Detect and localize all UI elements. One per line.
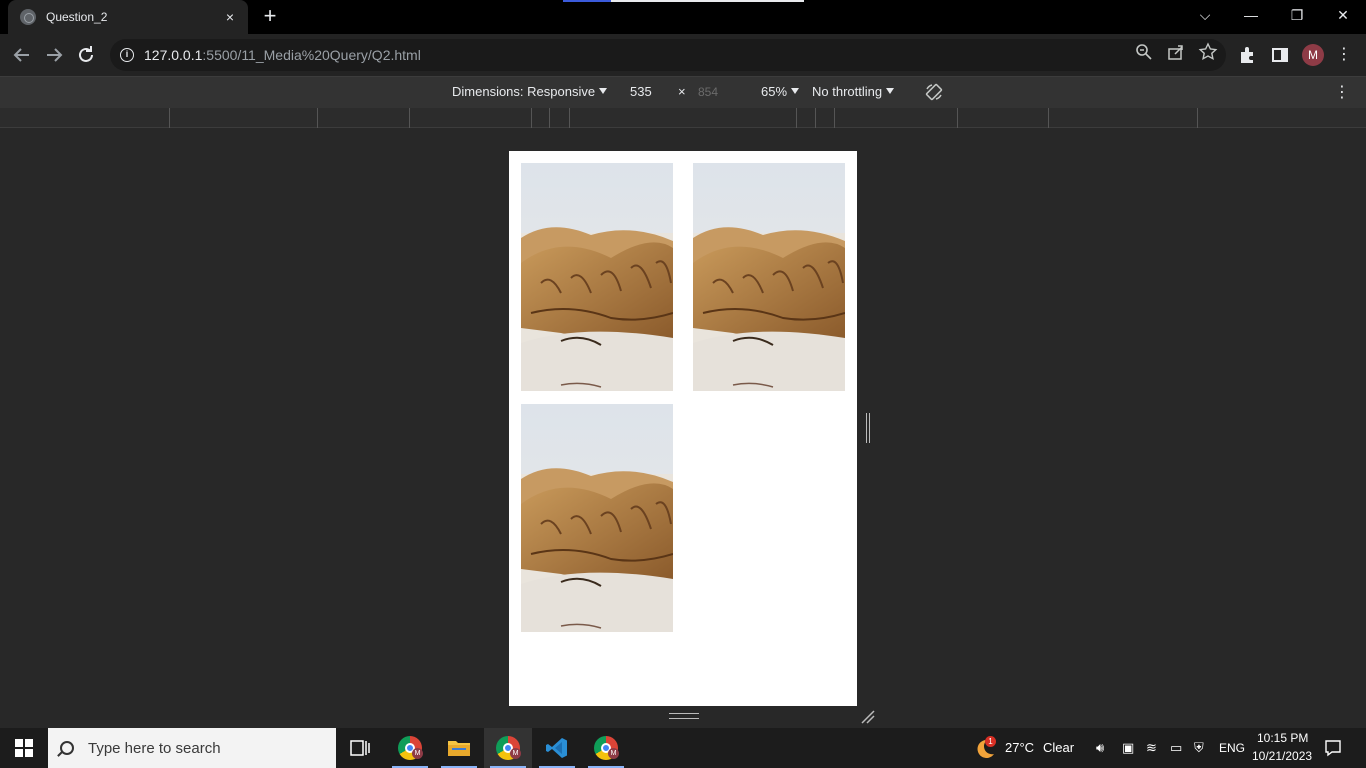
tab-strip: Question_2 × + ⌵ — ❐ ✕ — [0, 0, 1366, 34]
new-tab-button[interactable]: + — [258, 5, 282, 29]
caret-down-icon — [791, 88, 800, 94]
chrome-menu-icon[interactable]: ⋮ — [1332, 43, 1356, 67]
clock-date: 10/21/2023 — [1252, 749, 1313, 763]
rotate-icon[interactable] — [924, 82, 944, 102]
profile-badge: M — [412, 748, 423, 759]
dimensions-dropdown[interactable]: Dimensions: Responsive — [452, 84, 608, 99]
walrus-photo-graphic — [521, 404, 673, 632]
minimize-button[interactable]: — — [1228, 0, 1274, 30]
address-bar[interactable]: i 127.0.0.1:5500/11_Media%20Query/Q2.htm… — [110, 39, 1226, 71]
globe-icon — [20, 9, 36, 25]
taskbar-file-explorer[interactable] — [435, 728, 483, 768]
taskbar-vscode[interactable] — [533, 728, 581, 768]
media-query-tick[interactable] — [834, 108, 835, 128]
media-query-tick[interactable] — [957, 108, 958, 128]
vscode-icon — [546, 738, 567, 758]
reload-icon — [79, 46, 93, 62]
clock-time: 10:15 PM — [1257, 731, 1309, 745]
extensions-puzzle-icon[interactable] — [1236, 43, 1260, 67]
weather-condition: Clear — [1043, 740, 1075, 755]
caret-down-icon — [599, 88, 608, 94]
folder-icon — [448, 741, 470, 756]
restore-button[interactable]: ❐ — [1274, 0, 1320, 30]
arrow-right-icon — [47, 48, 63, 62]
profile-badge: M — [608, 748, 619, 759]
windows-taskbar: Type here to search M M M 1 27°C Clear 🔊… — [0, 728, 1366, 768]
share-icon[interactable] — [1166, 42, 1186, 62]
bookmark-star-icon[interactable] — [1198, 42, 1218, 62]
tab-search-button[interactable]: ⌵ — [1182, 0, 1228, 30]
viewport-resize-handle-right[interactable] — [866, 413, 870, 443]
security-shield-icon[interactable]: ⛨ — [1194, 740, 1204, 756]
caret-down-icon — [886, 88, 895, 94]
input-language[interactable]: ENG — [1219, 741, 1245, 755]
search-icon — [60, 741, 74, 755]
start-button[interactable] — [0, 728, 48, 768]
dimension-separator: × — [678, 84, 686, 99]
taskbar-chrome-2[interactable]: M — [484, 728, 532, 768]
close-window-button[interactable]: ✕ — [1320, 0, 1366, 30]
zoom-dropdown[interactable]: 65% — [761, 84, 800, 99]
taskbar-search-box[interactable]: Type here to search — [48, 728, 336, 768]
tab-question-2[interactable]: Question_2 × — [8, 0, 248, 34]
search-placeholder: Type here to search — [88, 739, 221, 757]
media-query-tick[interactable] — [1048, 108, 1049, 128]
walrus-photo-graphic — [693, 163, 845, 391]
emulated-viewport — [509, 151, 857, 706]
back-button[interactable] — [10, 43, 34, 67]
media-query-tick[interactable] — [549, 108, 550, 128]
media-query-tick[interactable] — [409, 108, 410, 128]
weather-alert-badge: 1 — [985, 736, 996, 747]
battery-icon[interactable]: ▭ — [1170, 740, 1182, 756]
browser-toolbar: i 127.0.0.1:5500/11_Media%20Query/Q2.htm… — [0, 34, 1366, 76]
url-text[interactable]: 127.0.0.1:5500/11_Media%20Query/Q2.html — [144, 47, 421, 63]
viewport-resize-corner-icon[interactable] — [860, 709, 876, 725]
tab-close-button[interactable]: × — [222, 9, 238, 25]
tab-title: Question_2 — [46, 10, 108, 24]
taskbar-chrome-3[interactable]: M — [582, 728, 630, 768]
zoom-icon[interactable] — [1134, 42, 1154, 62]
width-input[interactable]: 535 — [630, 84, 652, 99]
notification-icon[interactable] — [1324, 739, 1342, 757]
windows-logo-icon — [15, 739, 33, 757]
profile-badge: M — [510, 748, 521, 759]
arrow-left-icon — [13, 48, 29, 62]
info-icon[interactable]: i — [120, 48, 134, 62]
meet-now-icon[interactable]: ▣ — [1122, 740, 1134, 756]
side-panel-icon[interactable] — [1268, 43, 1292, 67]
walrus-photo-graphic — [521, 163, 673, 391]
device-toolbar: Dimensions: Responsive 535 × 854 65% No … — [0, 76, 1366, 108]
device-toolbar-menu-icon[interactable]: ⋮ — [1334, 82, 1350, 102]
media-query-tick[interactable] — [531, 108, 532, 128]
volume-icon[interactable]: 🔊︎ — [1096, 740, 1104, 756]
media-query-tick[interactable] — [569, 108, 570, 128]
forward-button[interactable] — [42, 43, 66, 67]
wifi-icon[interactable]: ≋ — [1146, 740, 1157, 756]
media-query-tick[interactable] — [1197, 108, 1198, 128]
media-query-bar[interactable] — [0, 108, 1366, 128]
viewport-resize-handle-bottom[interactable] — [669, 713, 699, 719]
height-input[interactable]: 854 — [698, 85, 718, 99]
walrus-image — [693, 163, 845, 391]
window-drag-indicator — [563, 0, 804, 2]
walrus-image — [521, 163, 673, 391]
reload-button[interactable] — [74, 43, 98, 67]
media-query-tick[interactable] — [169, 108, 170, 128]
taskbar-chrome-1[interactable]: M — [386, 728, 434, 768]
media-query-tick[interactable] — [796, 108, 797, 128]
task-view-button[interactable] — [336, 728, 384, 768]
media-query-tick[interactable] — [317, 108, 318, 128]
walrus-image — [521, 404, 673, 632]
task-view-icon — [350, 740, 370, 756]
weather-temperature: 27°C — [1005, 740, 1035, 755]
throttling-dropdown[interactable]: No throttling — [812, 84, 895, 99]
profile-avatar[interactable]: M — [1302, 44, 1324, 66]
media-query-tick[interactable] — [815, 108, 816, 128]
